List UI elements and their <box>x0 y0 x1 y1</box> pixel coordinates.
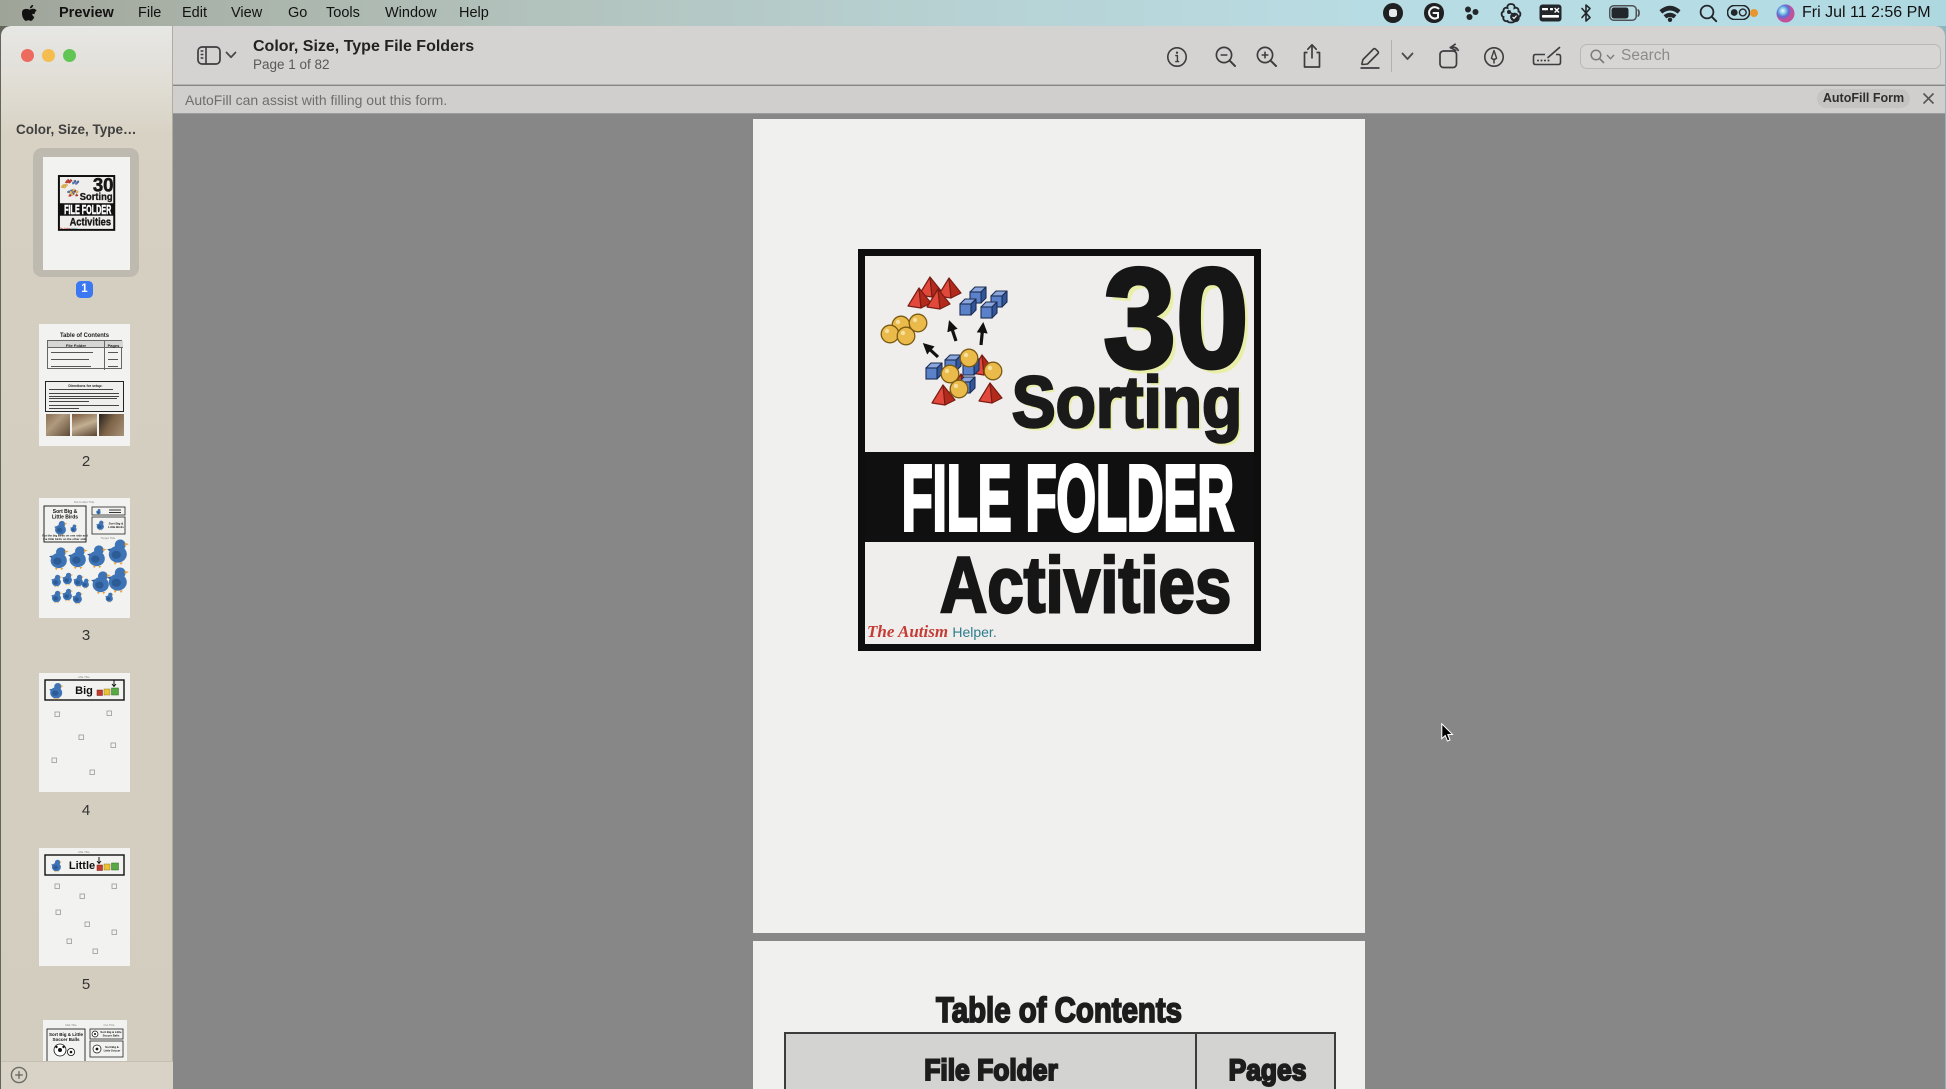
svg-text:Little Birds: Little Birds <box>52 515 78 521</box>
svg-text:Mat Title: Mat Title <box>78 850 90 854</box>
svg-text:Target Title: Target Title <box>101 536 116 540</box>
svg-text:Big: Big <box>75 685 93 697</box>
svg-text:Soccer Balls: Soccer Balls <box>52 1037 80 1042</box>
svg-text:Little Soccer: Little Soccer <box>104 1049 122 1053</box>
svg-text:File Folder Title: File Folder Title <box>74 500 95 504</box>
svg-text:Mat Title: Mat Title <box>65 1023 77 1027</box>
svg-text:the little birds on the other: the little birds on the other side. <box>43 537 87 541</box>
svg-text:Little: Little <box>69 860 95 872</box>
svg-text:Mat Title: Mat Title <box>78 675 90 679</box>
svg-text:Soccer Balls: Soccer Balls <box>103 1034 120 1038</box>
svg-text:Cut Title: Cut Title <box>103 1023 114 1027</box>
svg-text:Little Birds: Little Birds <box>108 525 124 529</box>
